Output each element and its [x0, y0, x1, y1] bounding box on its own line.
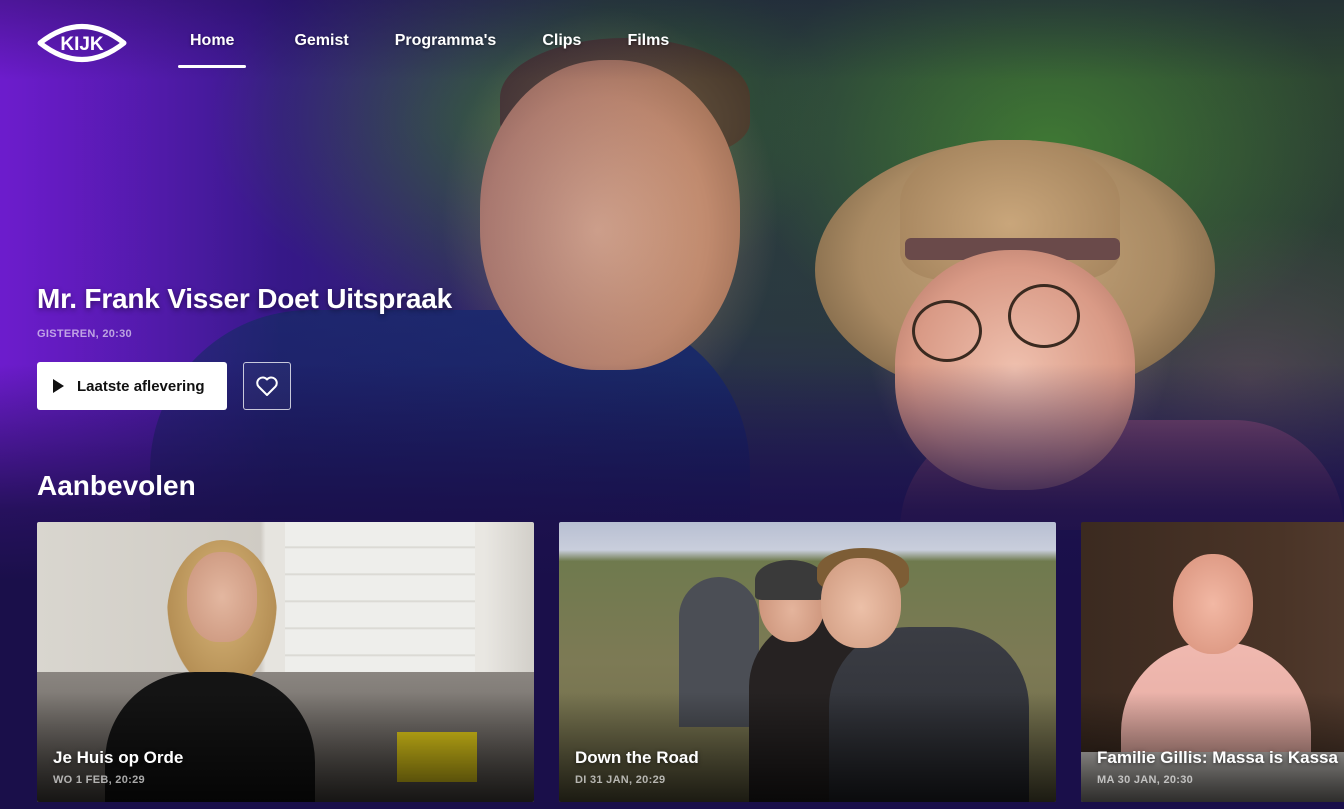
thumb-helmet — [755, 560, 825, 600]
card-title: Je Huis op Orde — [53, 748, 184, 767]
kijk-logo[interactable]: KIJK — [36, 18, 128, 68]
latest-episode-button[interactable]: Laatste aflevering — [37, 362, 227, 410]
hero-title: Mr. Frank Visser Doet Uitspraak — [37, 283, 453, 314]
play-icon — [53, 379, 64, 393]
thumb-person-2-face — [821, 558, 901, 648]
logo-text: KIJK — [60, 34, 104, 55]
nav-item-films[interactable]: Films — [627, 30, 669, 68]
latest-episode-label: Laatste aflevering — [77, 377, 205, 395]
hero-air-date: GISTEREN, 20:30 — [37, 328, 132, 340]
nav-item-gemist[interactable]: Gemist — [294, 30, 348, 68]
card-date: MA 30 JAN, 20:30 — [1097, 774, 1194, 786]
thumb-person-face — [187, 552, 257, 642]
heart-icon — [256, 376, 278, 396]
kijk-logo-icon: KIJK — [37, 24, 127, 62]
nav-item-clips[interactable]: Clips — [542, 30, 581, 68]
section-title-recommended: Aanbevolen — [37, 470, 196, 501]
top-navigation-bar: KIJK Home Gemist Programma's Clips Films — [0, 0, 1344, 80]
card-date: DI 31 JAN, 20:29 — [575, 774, 666, 786]
thumb-garage-door — [285, 522, 475, 672]
thumb-man-face — [1173, 554, 1253, 654]
card-title: Down the Road — [575, 748, 699, 767]
card-down-the-road[interactable]: Down the Road DI 31 JAN, 20:29 — [559, 522, 1056, 802]
recommended-row: Je Huis op Orde WO 1 FEB, 20:29 Down the… — [37, 522, 1344, 802]
card-familie-gillis[interactable]: Familie Gillis: Massa is Kassa MA 30 JAN… — [1081, 522, 1344, 802]
nav-item-programmas[interactable]: Programma's — [395, 30, 497, 68]
card-date: WO 1 FEB, 20:29 — [53, 774, 145, 786]
main-nav: Home Gemist Programma's Clips Films — [176, 30, 715, 68]
card-title: Familie Gillis: Massa is Kassa — [1097, 748, 1338, 767]
nav-item-home[interactable]: Home — [176, 30, 248, 68]
card-je-huis-op-orde[interactable]: Je Huis op Orde WO 1 FEB, 20:29 — [37, 522, 534, 802]
favorite-button[interactable] — [243, 362, 291, 410]
